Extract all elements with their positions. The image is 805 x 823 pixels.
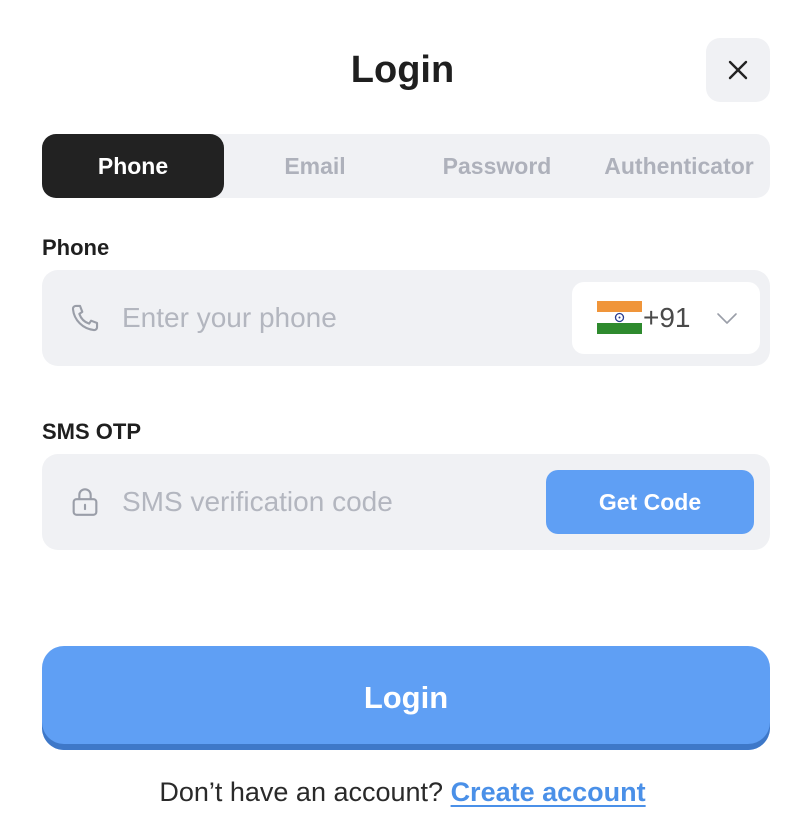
otp-field: Get Code [42,454,770,550]
otp-input[interactable] [122,480,542,524]
create-account-link[interactable]: Create account [451,777,646,807]
otp-label: SMS OTP [42,419,142,444]
phone-field: +91 [42,270,770,366]
phone-icon [71,304,99,332]
modal-title: Login [350,49,455,91]
india-flag-icon [597,301,642,334]
tab-password[interactable]: Password [406,134,588,198]
close-icon [728,60,748,80]
signup-text: Don’t have an account? [159,777,444,807]
lock-icon [72,488,98,516]
phone-input[interactable] [122,296,562,340]
tab-phone[interactable]: Phone [42,134,224,198]
signup-prompt: Don’t have an account? Create account [0,774,805,810]
chevron-down-icon [717,313,737,324]
login-method-tabs: Phone Email Password Authenticator [42,134,770,198]
login-button[interactable]: Login [42,646,770,750]
tab-email[interactable]: Email [224,134,406,198]
tab-authenticator[interactable]: Authenticator [588,134,770,198]
login-modal: Login Phone Email Password Authenticator… [0,0,805,823]
dial-code: +91 [643,302,691,333]
phone-label: Phone [42,235,110,260]
close-button[interactable] [706,38,770,102]
country-code-select[interactable]: +91 [572,282,760,354]
get-code-button[interactable]: Get Code [546,470,754,534]
